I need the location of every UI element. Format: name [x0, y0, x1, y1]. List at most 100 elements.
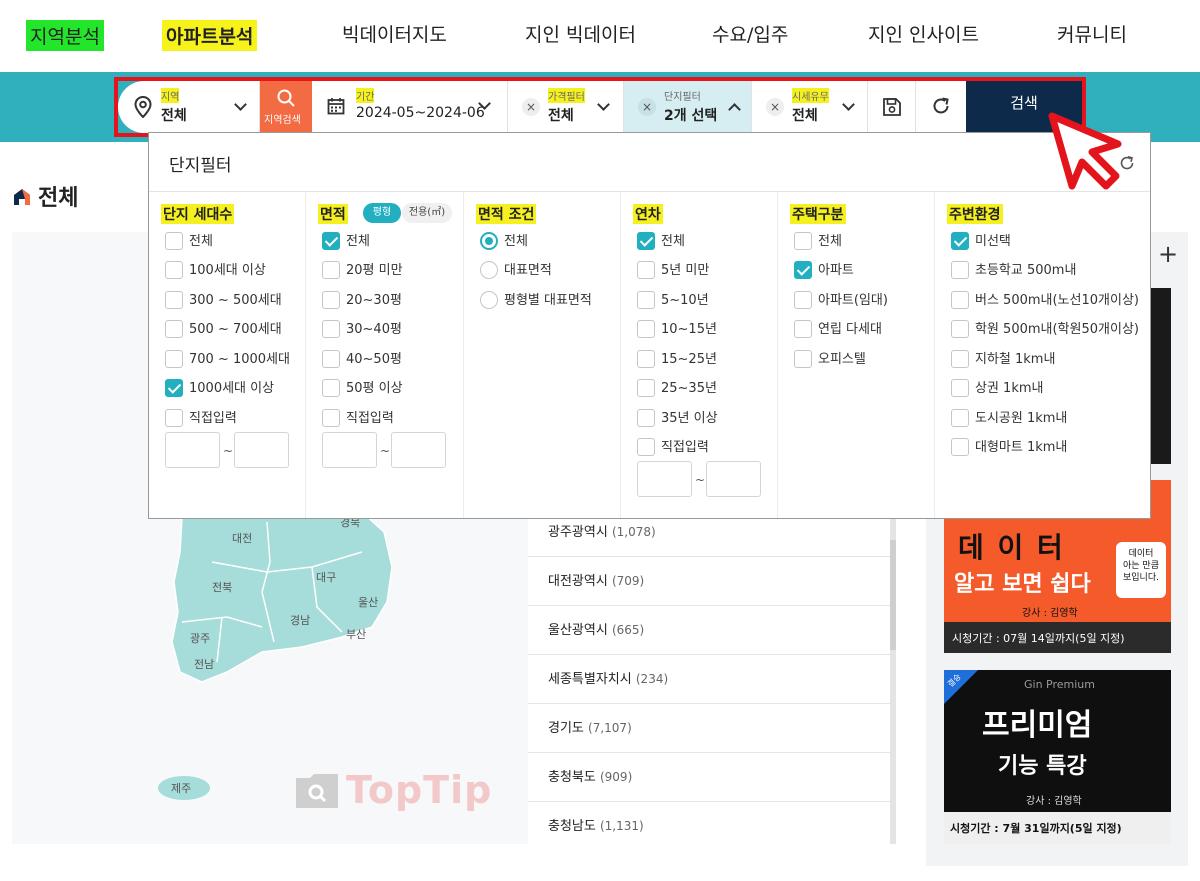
checkbox[interactable]	[637, 437, 655, 456]
age-option[interactable]: 5~10년	[637, 290, 709, 311]
checkbox[interactable]	[322, 290, 340, 309]
checkbox[interactable]	[165, 260, 183, 279]
area-condition-option[interactable]: 평형별 대표면적	[480, 290, 592, 311]
list-item[interactable]: 경기도 (7,107)	[528, 704, 890, 753]
radio[interactable]	[480, 290, 498, 309]
clear-icon[interactable]: ×	[638, 98, 656, 116]
checkbox[interactable]	[637, 408, 655, 427]
checkbox[interactable]	[322, 260, 340, 279]
radio[interactable]	[480, 260, 498, 279]
age-min-input[interactable]	[637, 461, 692, 497]
housing-type-option[interactable]: 아파트	[794, 260, 854, 281]
checkbox[interactable]	[322, 349, 340, 368]
housing-type-option[interactable]: 연립 다세대	[794, 319, 882, 340]
checkbox[interactable]	[951, 319, 969, 338]
age-option[interactable]: 25~35년	[637, 378, 717, 399]
households-option[interactable]: 전체	[165, 231, 213, 252]
age-option[interactable]: 35년 이상	[637, 408, 718, 429]
area-option[interactable]: 직접입력	[322, 408, 394, 429]
checkbox[interactable]	[165, 290, 183, 309]
environment-option[interactable]: 상권 1km내	[951, 378, 1043, 399]
area-min-input[interactable]	[322, 432, 377, 468]
checkbox[interactable]	[165, 319, 183, 338]
area-option[interactable]: 30~40평	[322, 319, 402, 340]
age-option[interactable]: 전체	[637, 231, 685, 252]
checkbox[interactable]	[322, 319, 340, 338]
price-filter-select[interactable]: × 가격필터 전체	[508, 81, 624, 133]
checkbox-checked[interactable]	[794, 260, 812, 279]
environment-option[interactable]: 초등학교 500m내	[951, 260, 1076, 281]
nav-jiin-bigdata[interactable]: 지인 빅데이터	[525, 20, 636, 47]
age-option[interactable]: 직접입력	[637, 437, 709, 458]
checkbox-checked[interactable]	[322, 231, 340, 250]
checkbox[interactable]	[322, 378, 340, 397]
checkbox[interactable]	[794, 349, 812, 368]
area-condition-option[interactable]: 대표면적	[480, 260, 552, 281]
checkbox[interactable]	[951, 437, 969, 456]
environment-option[interactable]: 대형마트 1km내	[951, 437, 1067, 458]
age-option[interactable]: 5년 미만	[637, 260, 709, 281]
ad-premium-lecture[interactable]: 결승 Gin Premium 프리미엄 기능 특강 강사 : 김영학 시청기간 …	[944, 670, 1171, 844]
checkbox[interactable]	[951, 260, 969, 279]
radio-selected[interactable]	[480, 231, 498, 250]
housing-type-option[interactable]: 아파트(임대)	[794, 290, 888, 311]
checkbox-checked[interactable]	[637, 231, 655, 250]
checkbox[interactable]	[794, 319, 812, 338]
environment-option[interactable]: 학원 500m내(학원50개이상)	[951, 319, 1139, 340]
region-search-button[interactable]: 지역검색	[260, 81, 312, 133]
households-option[interactable]: 100세대 이상	[165, 260, 266, 281]
clear-icon[interactable]: ×	[522, 98, 540, 116]
environment-option[interactable]: 지하철 1km내	[951, 349, 1055, 370]
plus-icon[interactable]: +	[1158, 240, 1178, 268]
environment-option[interactable]: 버스 500m내(노선10개이상)	[951, 290, 1139, 311]
list-scrollbar-thumb[interactable]	[890, 540, 896, 650]
checkbox-checked[interactable]	[951, 231, 969, 250]
nav-community[interactable]: 커뮤니티	[1057, 20, 1127, 47]
households-option[interactable]: 300 ~ 500세대	[165, 290, 282, 311]
period-select[interactable]: 기간 2024-05~2024-06	[312, 81, 508, 133]
list-item[interactable]: 충청남도 (1,131)	[528, 802, 890, 851]
clear-icon[interactable]: ×	[766, 98, 784, 116]
checkbox[interactable]	[951, 378, 969, 397]
nav-bigdata-map[interactable]: 빅데이터지도	[342, 20, 447, 47]
environment-option[interactable]: 미선택	[951, 231, 1011, 252]
households-max-input[interactable]	[234, 432, 289, 468]
area-option[interactable]: 40~50평	[322, 349, 402, 370]
checkbox[interactable]	[165, 349, 183, 368]
age-option[interactable]: 15~25년	[637, 349, 717, 370]
nav-apartment-analysis[interactable]: 아파트분석	[162, 20, 258, 51]
age-max-input[interactable]	[706, 461, 761, 497]
checkbox[interactable]	[951, 408, 969, 427]
checkbox-checked[interactable]	[165, 378, 183, 397]
checkbox[interactable]	[637, 349, 655, 368]
list-item[interactable]: 대전광역시 (709)	[528, 557, 890, 606]
area-option[interactable]: 전체	[322, 231, 370, 252]
area-option[interactable]: 50평 이상	[322, 378, 403, 399]
region-select[interactable]: 지역 전체	[118, 81, 260, 133]
checkbox[interactable]	[165, 408, 183, 427]
age-option[interactable]: 10~15년	[637, 319, 717, 340]
checkbox[interactable]	[637, 378, 655, 397]
nav-demand-supply[interactable]: 수요/입주	[712, 20, 788, 47]
list-item[interactable]: 세종특별자치시 (234)	[528, 655, 890, 704]
checkbox[interactable]	[637, 260, 655, 279]
environment-option[interactable]: 도시공원 1km내	[951, 408, 1067, 429]
households-min-input[interactable]	[165, 432, 220, 468]
list-item[interactable]: 울산광역시 (665)	[528, 606, 890, 655]
housing-type-option[interactable]: 오피스텔	[794, 349, 866, 370]
checkbox[interactable]	[165, 231, 183, 250]
list-item[interactable]: 충청북도 (909)	[528, 753, 890, 802]
checkbox[interactable]	[637, 319, 655, 338]
area-max-input[interactable]	[391, 432, 446, 468]
nav-jiin-insight[interactable]: 지인 인사이트	[868, 20, 979, 47]
checkbox[interactable]	[322, 408, 340, 427]
price-status-select[interactable]: × 시세유무 전체	[752, 81, 868, 133]
checkbox[interactable]	[951, 349, 969, 368]
area-option[interactable]: 20평 미만	[322, 260, 403, 281]
checkbox[interactable]	[951, 290, 969, 309]
households-option[interactable]: 700 ~ 1000세대	[165, 349, 290, 370]
checkbox[interactable]	[794, 290, 812, 309]
save-button[interactable]	[868, 81, 916, 133]
checkbox[interactable]	[637, 290, 655, 309]
toggle-exclusive-area[interactable]: 전용(㎡)	[402, 203, 452, 223]
